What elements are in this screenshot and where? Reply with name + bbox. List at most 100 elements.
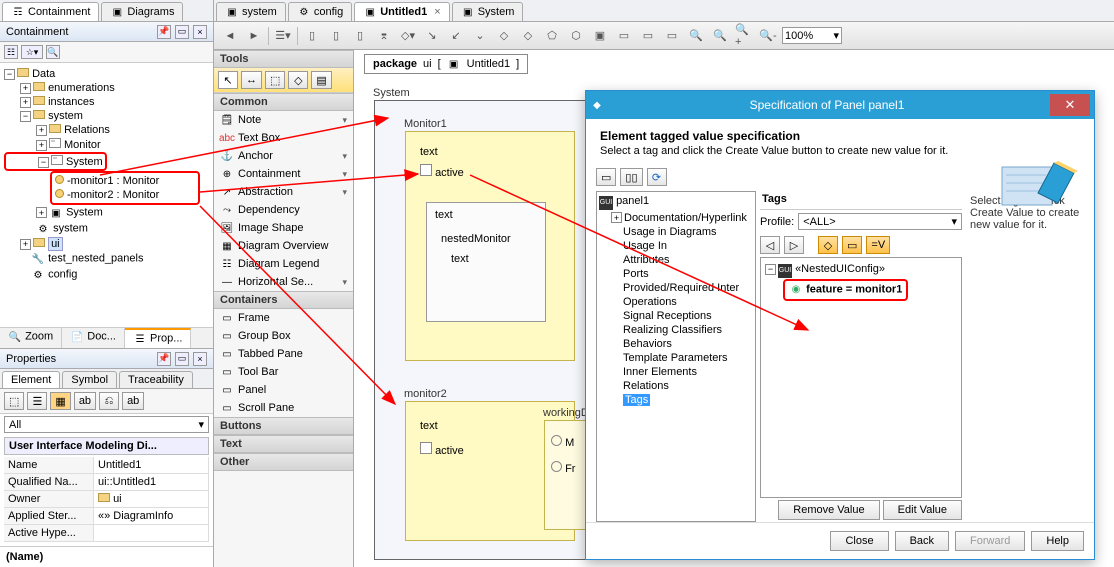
pal-toolbar[interactable]: ▭Tool Bar xyxy=(214,363,353,381)
tree-node[interactable]: system xyxy=(53,223,88,235)
tree-node[interactable]: System xyxy=(66,207,103,219)
collapse-all-icon[interactable]: ☷ xyxy=(4,45,18,59)
dialog-close-button[interactable]: ✕ xyxy=(1050,94,1090,116)
tb-icon[interactable]: ab xyxy=(74,392,96,410)
pal-abstraction[interactable]: ↗Abstraction▾ xyxy=(214,183,353,201)
tree-node[interactable]: Monitor xyxy=(64,139,101,151)
tree-node[interactable]: enumerations xyxy=(48,82,115,94)
pin-icon[interactable]: 📌 xyxy=(157,25,171,39)
tb-icon[interactable]: ▣ xyxy=(590,26,610,46)
spec-tree-item[interactable]: Ports xyxy=(623,268,649,280)
prop-val[interactable]: «» DiagramInfo xyxy=(94,508,209,525)
tb-icon[interactable]: ↙ xyxy=(446,26,466,46)
tb-icon[interactable]: ab xyxy=(122,392,144,410)
pal-panel[interactable]: ▭Panel xyxy=(214,381,353,399)
tree-layout-icon[interactable]: ⌆ xyxy=(374,26,394,46)
zoom-fit-icon[interactable]: 🔍 xyxy=(686,26,706,46)
radio-m[interactable] xyxy=(551,435,562,446)
tb-icon[interactable]: ☰ xyxy=(27,392,47,410)
tree-node[interactable]: instances xyxy=(48,96,94,108)
tab-zoom[interactable]: 🔍 Zoom xyxy=(0,328,62,348)
spec-tree-item[interactable]: Realizing Classifiers xyxy=(623,324,722,336)
palette-section-buttons[interactable]: Buttons xyxy=(214,417,353,435)
spec-tree-item[interactable]: Usage In xyxy=(623,240,667,252)
pal-containment[interactable]: ⊕Containment▾ xyxy=(214,165,353,183)
palette-section-text[interactable]: Text xyxy=(214,435,353,453)
pal-frame[interactable]: ▭Frame xyxy=(214,309,353,327)
profile-combo[interactable]: <ALL>▾ xyxy=(798,213,962,230)
tab-doc[interactable]: 📄 Doc... xyxy=(62,328,125,348)
tags-list[interactable]: −GUI «NestedUIConfig» ◉ feature = monito… xyxy=(760,257,962,498)
zoom-actual-icon[interactable]: 🔍 xyxy=(710,26,730,46)
tb-icon[interactable]: ⎌ xyxy=(99,392,119,410)
tree-node[interactable]: Data xyxy=(32,68,55,80)
pal-anchor[interactable]: ⚓Anchor▾ xyxy=(214,147,353,165)
nav-next-icon[interactable]: ▷ xyxy=(784,236,804,254)
tb-icon[interactable]: ▭ xyxy=(614,26,634,46)
spec-tree-item[interactable]: Relations xyxy=(623,380,669,392)
tb-icon[interactable]: ↘ xyxy=(422,26,442,46)
tag-btn-eqv[interactable]: =V xyxy=(866,236,890,254)
editor-tab-config[interactable]: ⚙config xyxy=(288,2,352,21)
palette-section-other[interactable]: Other xyxy=(214,453,353,471)
tb-icon[interactable]: ▭ xyxy=(662,26,682,46)
tab-diagrams[interactable]: ▣Diagrams xyxy=(101,2,183,21)
spec-tree-item[interactable]: Inner Elements xyxy=(623,366,697,378)
pal-tool-icon[interactable]: ↔ xyxy=(241,71,262,89)
help-button[interactable]: Help xyxy=(1031,531,1084,551)
tb-icon[interactable]: ◇▾ xyxy=(398,26,418,46)
prop-val[interactable]: ui xyxy=(94,491,209,508)
prop-val[interactable] xyxy=(94,525,209,542)
pal-note[interactable]: 🗒Note▾ xyxy=(214,111,353,129)
twisty[interactable]: + xyxy=(611,212,622,223)
history-stack-icon[interactable]: ▯▯ xyxy=(620,168,642,186)
palette-section-common[interactable]: Common xyxy=(214,93,353,111)
tree-node-monitor2[interactable]: -monitor2 : Monitor xyxy=(67,189,159,201)
radio-fr[interactable] xyxy=(551,461,562,472)
twisty[interactable]: − xyxy=(38,157,49,168)
twisty[interactable]: − xyxy=(4,69,15,80)
tb-icon[interactable]: ◇ xyxy=(518,26,538,46)
twisty[interactable]: + xyxy=(36,125,47,136)
remove-value-button[interactable]: Remove Value xyxy=(778,500,879,520)
spec-tree-item[interactable]: Provided/Required Inter xyxy=(623,282,739,294)
tb-icon[interactable]: ⬡ xyxy=(566,26,586,46)
minimize-icon[interactable]: ▭ xyxy=(175,352,189,366)
close-icon[interactable]: × xyxy=(193,352,207,366)
editor-tab-system2[interactable]: ▣System xyxy=(452,2,524,21)
pin-icon[interactable]: 📌 xyxy=(157,352,171,366)
spec-tree-item[interactable]: Signal Receptions xyxy=(623,310,712,322)
twisty[interactable]: + xyxy=(36,207,47,218)
select-parent-icon[interactable]: ☰▾ xyxy=(273,26,293,46)
spec-tree-item[interactable]: Documentation/Hyperlink xyxy=(624,212,747,224)
tb-icon[interactable]: ⬚ xyxy=(4,392,24,410)
tag-btn-1[interactable]: ◇ xyxy=(818,236,838,254)
tb-icon[interactable]: ⌄ xyxy=(470,26,490,46)
tab-containment[interactable]: ☶Containment xyxy=(2,2,99,21)
palette-section-tools[interactable]: Tools xyxy=(214,50,353,68)
twisty[interactable]: + xyxy=(20,239,31,250)
feature-tag[interactable]: feature = monitor1 xyxy=(806,283,902,295)
tab-element[interactable]: Element xyxy=(2,371,60,388)
tb-icon[interactable]: ▭ xyxy=(638,26,658,46)
tb-icon[interactable]: ▯ xyxy=(350,26,370,46)
twisty[interactable]: + xyxy=(36,140,47,151)
twisty[interactable]: − xyxy=(20,111,31,122)
editor-tab-untitled[interactable]: ▣Untitled1× xyxy=(354,2,450,21)
pal-horiz[interactable]: —Horizontal Se...▾ xyxy=(214,273,353,291)
spec-tree-item[interactable]: Attributes xyxy=(623,254,669,266)
tree-node[interactable]: Relations xyxy=(64,124,110,136)
twisty[interactable]: − xyxy=(765,264,776,275)
tab-traceability[interactable]: Traceability xyxy=(119,371,193,388)
tree-node[interactable]: config xyxy=(48,269,77,281)
spec-tree-item[interactable]: Operations xyxy=(623,296,677,308)
spec-tree-item[interactable]: Behaviors xyxy=(623,338,672,350)
twisty[interactable]: + xyxy=(20,97,31,108)
tb-icon[interactable]: ▦ xyxy=(50,392,70,410)
spec-tree-item-tags[interactable]: Tags xyxy=(623,394,650,406)
close-icon[interactable]: × xyxy=(193,25,207,39)
tree-node[interactable]: test_nested_panels xyxy=(48,253,143,265)
zoom-select[interactable]: 100%▾ xyxy=(782,27,842,44)
back-icon[interactable]: ◄ xyxy=(220,26,240,46)
history-back-icon[interactable]: ▭ xyxy=(596,168,616,186)
